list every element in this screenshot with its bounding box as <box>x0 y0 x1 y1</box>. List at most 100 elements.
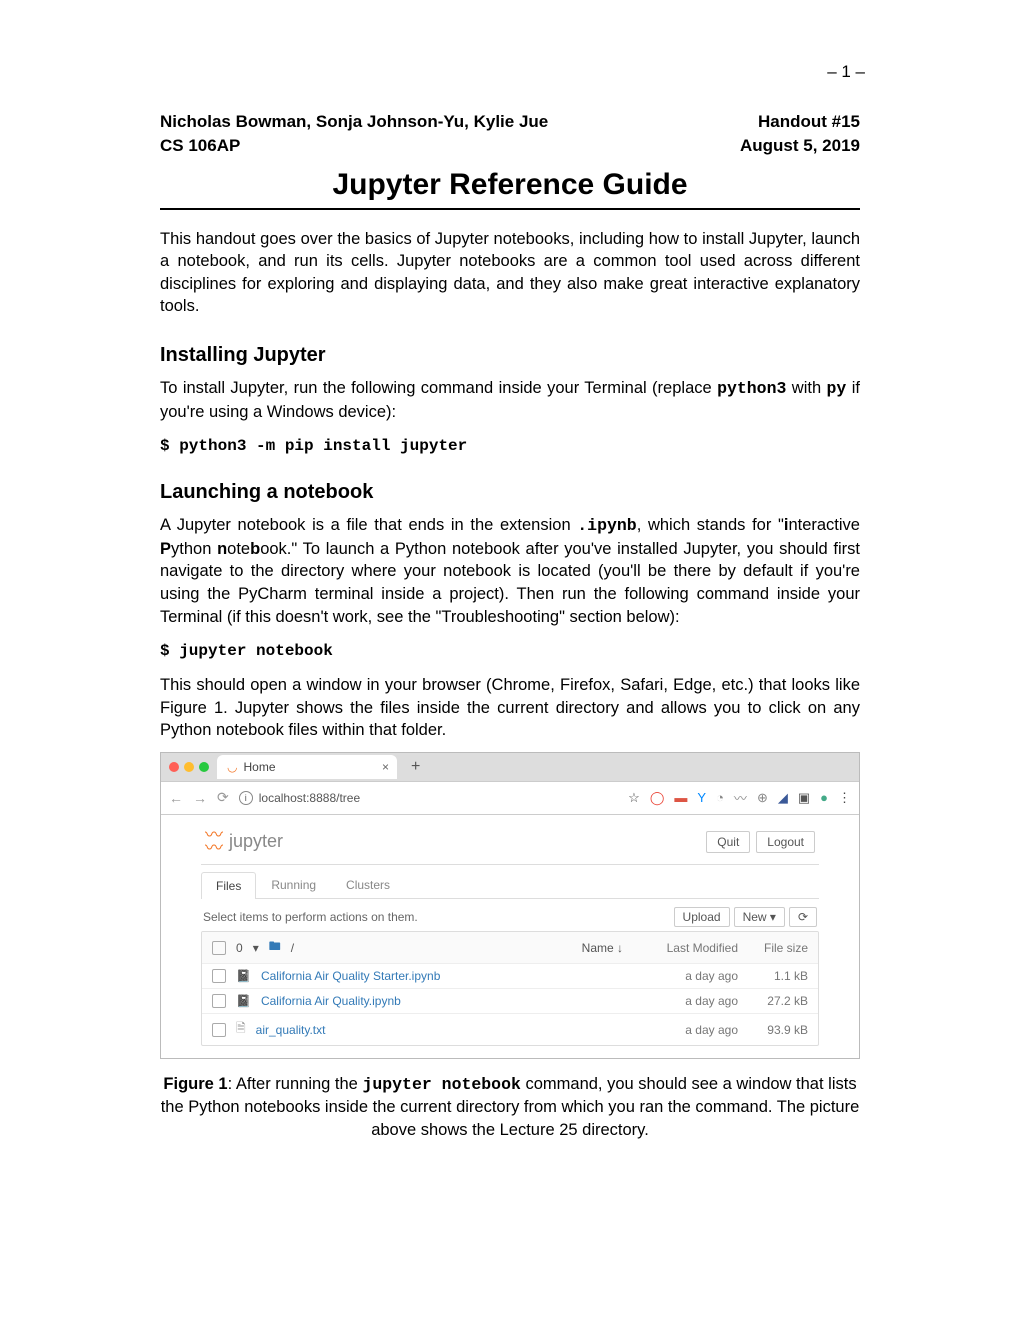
site-info-icon[interactable]: i <box>239 791 253 805</box>
new-button[interactable]: New ▾ <box>734 907 785 927</box>
star-icon[interactable]: ☆ <box>628 790 640 806</box>
browser-tab[interactable]: ◡ Home × <box>217 755 397 779</box>
extension-icon[interactable]: Y <box>697 790 706 805</box>
quit-button[interactable]: Quit <box>706 831 750 853</box>
window-controls[interactable] <box>169 762 209 772</box>
row-checkbox[interactable] <box>212 969 226 983</box>
upload-button[interactable]: Upload <box>674 907 730 927</box>
figure-caption: Figure 1: After running the jupyter note… <box>160 1073 860 1141</box>
bold-b: b <box>250 540 260 558</box>
text: ook." To launch a Python notebook after … <box>160 540 860 626</box>
table-row[interactable]: 📓 California Air Quality Starter.ipynb a… <box>202 964 818 989</box>
close-icon[interactable] <box>169 762 179 772</box>
install-paragraph: To install Jupyter, run the following co… <box>160 377 860 423</box>
file-name[interactable]: air_quality.txt <box>256 1023 633 1037</box>
url-bar: ← → ⟳ i localhost:8888/tree ☆ ◯ ▬ Y ◔ 〰 … <box>161 782 859 815</box>
inline-code-jupyter-notebook: jupyter notebook <box>362 1075 520 1094</box>
table-row[interactable]: 🗎 air_quality.txt a day ago 93.9 kB <box>202 1014 818 1045</box>
url-text: localhost:8888/tree <box>259 791 360 805</box>
profile-avatar-icon[interactable]: ● <box>820 790 828 805</box>
row-checkbox[interactable] <box>212 994 226 1008</box>
row-checkbox[interactable] <box>212 1023 226 1037</box>
select-items-label: Select items to perform actions on them. <box>203 910 418 924</box>
inline-code-ipynb: .ipynb <box>577 516 636 535</box>
jupyter-logo[interactable]: 〰〰 jupyter <box>205 829 283 854</box>
notebook-icon: 📓 <box>236 994 251 1008</box>
tab-clusters[interactable]: Clusters <box>331 871 405 898</box>
logout-button[interactable]: Logout <box>756 831 815 853</box>
folder-icon[interactable]: 🖿 <box>269 937 281 958</box>
tab-title: Home <box>243 760 275 774</box>
inline-code-py: py <box>827 379 847 398</box>
jupyter-action-bar: Select items to perform actions on them.… <box>201 899 819 931</box>
selected-count: 0 <box>236 941 243 955</box>
table-row[interactable]: 📓 California Air Quality.ipynb a day ago… <box>202 989 818 1014</box>
minimize-icon[interactable] <box>184 762 194 772</box>
menu-icon[interactable]: ⋮ <box>838 790 851 806</box>
file-size: 27.2 kB <box>748 994 808 1008</box>
close-tab-icon[interactable]: × <box>382 760 389 774</box>
file-icon: 🗎 <box>236 1019 246 1040</box>
file-size: 93.9 kB <box>748 1023 808 1037</box>
tab-files[interactable]: Files <box>201 872 256 899</box>
text: : After running the <box>228 1075 363 1093</box>
launch-paragraph-1: A Jupyter notebook is a file that ends i… <box>160 514 860 628</box>
page-number: – 1 – <box>827 62 865 82</box>
install-command: $ python3 -m pip install jupyter <box>160 437 860 455</box>
file-name[interactable]: California Air Quality Starter.ipynb <box>261 969 633 983</box>
inline-code-python3: python3 <box>717 379 786 398</box>
text: To install Jupyter, run the following co… <box>160 379 717 397</box>
jupyter-logo-text: jupyter <box>229 831 283 852</box>
file-name[interactable]: California Air Quality.ipynb <box>261 994 633 1008</box>
new-tab-button[interactable]: + <box>405 758 426 776</box>
name-column-header[interactable]: Name ↓ <box>304 941 633 955</box>
forward-icon[interactable]: → <box>193 790 207 806</box>
reload-icon[interactable]: ⟳ <box>217 789 229 806</box>
extension-icon[interactable]: ◯ <box>650 790 665 806</box>
extension-icon[interactable]: ⊕ <box>757 790 768 806</box>
back-icon[interactable]: ← <box>169 790 183 806</box>
file-modified: a day ago <box>643 969 738 983</box>
page-title: Jupyter Reference Guide <box>160 168 860 202</box>
jupyter-header: 〰〰 jupyter Quit Logout <box>201 823 819 865</box>
text: with <box>786 379 826 397</box>
file-modified: a day ago <box>643 1023 738 1037</box>
size-column-header[interactable]: File size <box>748 941 808 955</box>
extension-icon[interactable]: ▬ <box>674 790 687 805</box>
extension-icon[interactable]: ◢ <box>778 790 788 806</box>
handout-date: August 5, 2019 <box>740 134 860 158</box>
bold-n: n <box>217 540 227 558</box>
file-modified: a day ago <box>643 994 738 1008</box>
address-field[interactable]: i localhost:8888/tree <box>239 791 360 805</box>
launch-paragraph-2: This should open a window in your browse… <box>160 674 860 742</box>
extension-icon[interactable]: ◔ <box>716 790 724 805</box>
file-table-header: 0 ▾ 🖿 / Name ↓ Last Modified File size <box>202 932 818 964</box>
authors: Nicholas Bowman, Sonja Johnson-Yu, Kylie… <box>160 110 548 134</box>
section-heading-launch: Launching a notebook <box>160 481 860 504</box>
refresh-button[interactable]: ⟳ <box>789 907 817 927</box>
file-table: 0 ▾ 🖿 / Name ↓ Last Modified File size 📓… <box>201 931 819 1046</box>
jupyter-logo-icon: 〰〰 <box>205 829 223 854</box>
select-all-checkbox[interactable] <box>212 941 226 955</box>
maximize-icon[interactable] <box>199 762 209 772</box>
intro-paragraph: This handout goes over the basics of Jup… <box>160 228 860 318</box>
dropdown-icon[interactable]: ▾ <box>253 941 259 955</box>
text: ote <box>227 540 250 558</box>
notebook-icon: 📓 <box>236 969 251 983</box>
text: ython <box>171 540 217 558</box>
extension-icon[interactable]: ▣ <box>798 790 810 806</box>
figure-label: Figure 1 <box>163 1075 227 1093</box>
modified-column-header[interactable]: Last Modified <box>643 941 738 955</box>
jupyter-tabs: Files Running Clusters <box>201 871 819 899</box>
jupyter-page: 〰〰 jupyter Quit Logout Files Running Clu… <box>161 815 859 1058</box>
launch-command: $ jupyter notebook <box>160 642 860 660</box>
breadcrumb-slash: / <box>291 941 294 955</box>
browser-screenshot: ◡ Home × + ← → ⟳ i localhost:8888/tree ☆… <box>160 752 860 1059</box>
text: A Jupyter notebook is a file that ends i… <box>160 516 577 534</box>
extension-icon[interactable]: 〰 <box>734 788 747 807</box>
course-code: CS 106AP <box>160 134 548 158</box>
bold-P: P <box>160 540 171 558</box>
handout-number: Handout #15 <box>740 110 860 134</box>
tab-running[interactable]: Running <box>256 871 331 898</box>
jupyter-favicon-icon: ◡ <box>227 760 237 774</box>
